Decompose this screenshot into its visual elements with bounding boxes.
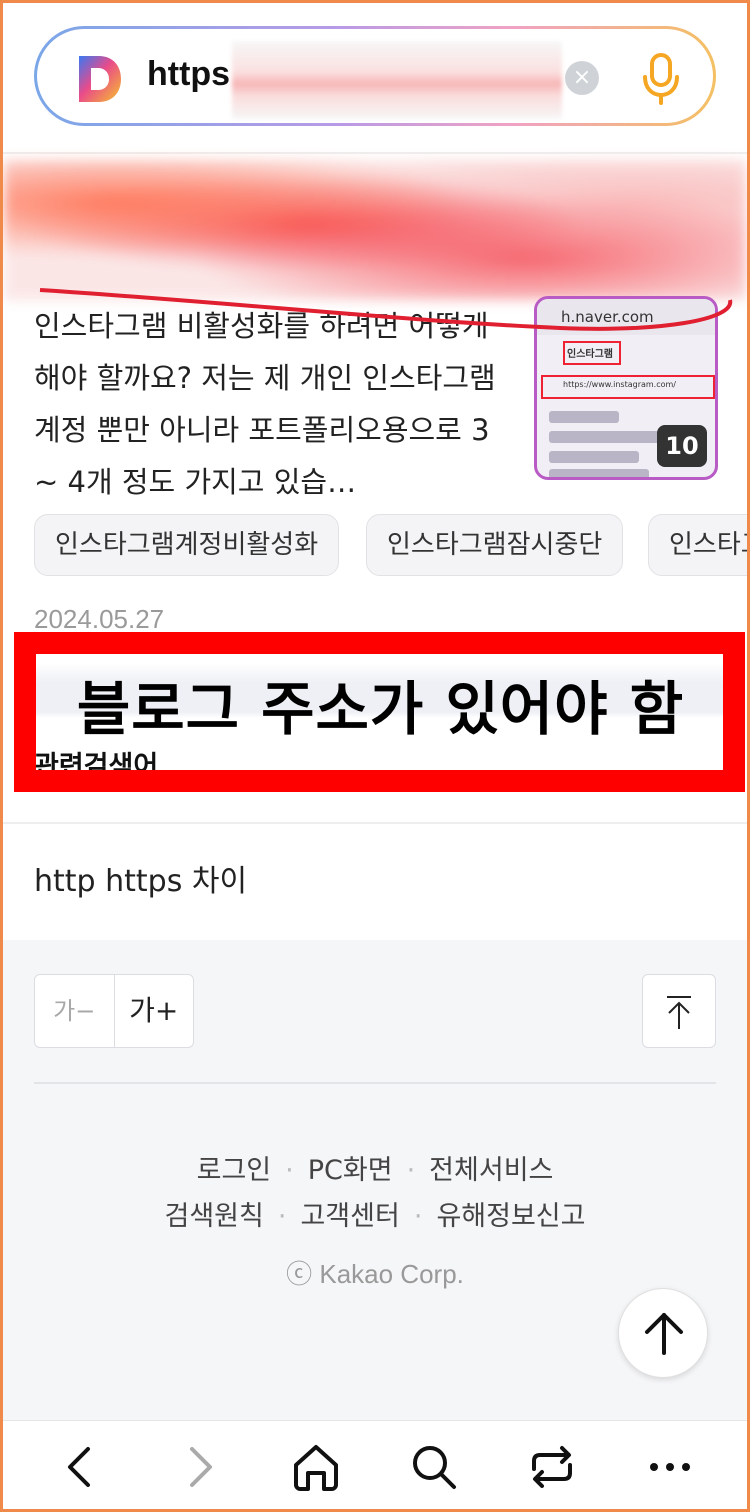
bottom-nav: [0, 1420, 750, 1512]
address-bar[interactable]: https ×: [34, 26, 716, 126]
more-icon[interactable]: [642, 1439, 698, 1495]
result-date: 2024.05.27: [34, 604, 165, 634]
mic-icon[interactable]: [637, 51, 685, 107]
thumbnail-url-bar: h.naver.com: [537, 299, 715, 335]
copyright: ⓒ Kakao Corp.: [286, 1259, 464, 1289]
footer-link-pc[interactable]: PC화면: [308, 1155, 393, 1186]
footer-links-row: 검색원칙 · 고객센터 · 유해정보신고: [164, 1201, 586, 1232]
footer-links-row: 로그인 · PC화면 · 전체서비스: [196, 1155, 554, 1186]
home-icon[interactable]: [288, 1439, 344, 1495]
font-larger-button[interactable]: 가+: [115, 975, 194, 1047]
forward-icon[interactable]: [172, 1439, 228, 1495]
clear-icon[interactable]: ×: [565, 61, 599, 95]
search-icon[interactable]: [406, 1439, 462, 1495]
scroll-top-fab[interactable]: [618, 1288, 708, 1378]
font-smaller-button[interactable]: 가−: [35, 975, 115, 1047]
related-search-item[interactable]: http https 차이: [34, 856, 247, 900]
footer-link-login[interactable]: 로그인: [197, 1155, 272, 1186]
footer-link-all-services[interactable]: 전체서비스: [429, 1155, 553, 1186]
arrow-up-icon: [645, 1313, 683, 1355]
daum-logo-icon[interactable]: [75, 54, 125, 104]
url-text[interactable]: https: [147, 55, 230, 94]
callout-text: 블로그 주소가 있어야 함: [76, 675, 685, 743]
tag-chip[interactable]: 인스타그램잠시중단: [366, 514, 624, 576]
arrow-up-bar-icon: [667, 996, 691, 1029]
back-icon[interactable]: [52, 1439, 108, 1495]
tag-chip[interactable]: 인스타그: [648, 514, 750, 576]
redacted-title: [4, 160, 746, 300]
result-thumbnail[interactable]: h.naver.com 인스타그램 https://www.instagram.…: [534, 296, 718, 480]
footer-link-report[interactable]: 유해정보신고: [436, 1201, 585, 1232]
divider: [0, 822, 750, 824]
image-count-badge: 10: [657, 425, 707, 467]
thumbnail-title-chip: 인스타그램: [567, 349, 613, 360]
result-snippet[interactable]: 인스타그램 비활성화를 하려면 어떻게 해야 할까요? 저는 제 개인 인스타그…: [34, 300, 514, 508]
footer-link-policy[interactable]: 검색원칙: [165, 1201, 264, 1232]
scroll-top-button[interactable]: [642, 974, 716, 1048]
tag-chip[interactable]: 인스타그램계정비활성화: [34, 514, 340, 576]
footer-link-support[interactable]: 고객센터: [300, 1201, 399, 1232]
divider: [0, 152, 750, 154]
thumbnail-link-text: https://www.instagram.com/: [563, 380, 676, 389]
font-size-control: 가− 가+: [34, 974, 194, 1048]
tabs-icon[interactable]: [524, 1439, 580, 1495]
url-redaction: [232, 41, 562, 119]
footer-divider: [34, 1082, 716, 1084]
